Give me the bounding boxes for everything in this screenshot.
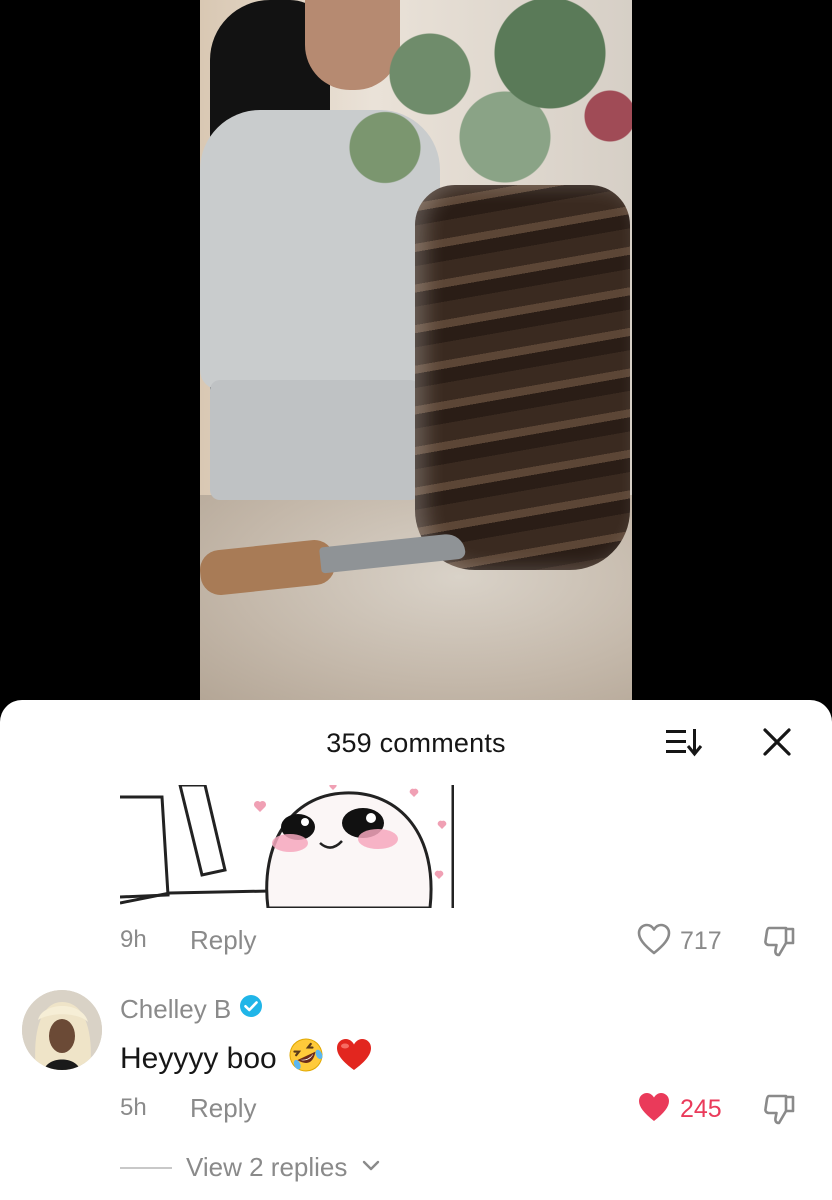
- close-icon[interactable]: [760, 725, 794, 759]
- video-frame[interactable]: [200, 0, 632, 700]
- comment-time: 9h: [120, 926, 147, 953]
- view-replies-label: View 2 replies: [186, 1152, 348, 1182]
- heart-outline-icon: [636, 922, 672, 961]
- video-flower-bouquet: [340, 0, 632, 200]
- comment-sticker-image[interactable]: [120, 785, 454, 908]
- sort-icon[interactable]: [664, 727, 704, 757]
- like-button[interactable]: 245: [636, 1090, 722, 1129]
- comments-count: 359 comments: [326, 728, 506, 758]
- like-count: 245: [680, 1095, 722, 1123]
- reply-button[interactable]: Reply: [190, 925, 256, 956]
- comment-time: 5h: [120, 1094, 147, 1121]
- video-player[interactable]: [0, 0, 832, 700]
- view-replies-button[interactable]: View 2 replies: [120, 1152, 381, 1183]
- comment-meta-row: 9h Reply 717: [0, 922, 832, 962]
- avatar[interactable]: [22, 990, 102, 1070]
- comment-text: Heyyyy boo: [120, 1036, 373, 1082]
- like-count: 717: [680, 927, 722, 955]
- username-label: Chelley B: [120, 994, 232, 1024]
- comment-username[interactable]: Chelley B: [120, 994, 263, 1025]
- comments-header: 359 comments: [0, 700, 832, 780]
- comments-sheet: 359 comments 9h Reply 717 Chelley B Heyy…: [0, 700, 832, 1200]
- dislike-button[interactable]: [762, 924, 798, 963]
- thumbs-down-icon: [762, 926, 798, 962]
- chevron-down-icon: [361, 1158, 381, 1177]
- comment-meta-row: 5h Reply 245: [0, 1090, 832, 1130]
- heart-filled-icon: [636, 1090, 672, 1129]
- video-glass-vase: [415, 185, 630, 570]
- thumbs-down-icon: [762, 1094, 798, 1130]
- reply-button[interactable]: Reply: [190, 1093, 256, 1124]
- dislike-button[interactable]: [762, 1092, 798, 1131]
- verified-badge-icon: [239, 994, 263, 1025]
- video-person-pants: [210, 380, 420, 500]
- rolling-laughing-emoji-icon: [287, 1036, 325, 1082]
- comment-body: Heyyyy boo: [120, 1042, 277, 1075]
- like-button[interactable]: 717: [636, 922, 722, 961]
- replies-divider-line: [120, 1166, 172, 1169]
- red-heart-emoji-icon: [335, 1037, 373, 1081]
